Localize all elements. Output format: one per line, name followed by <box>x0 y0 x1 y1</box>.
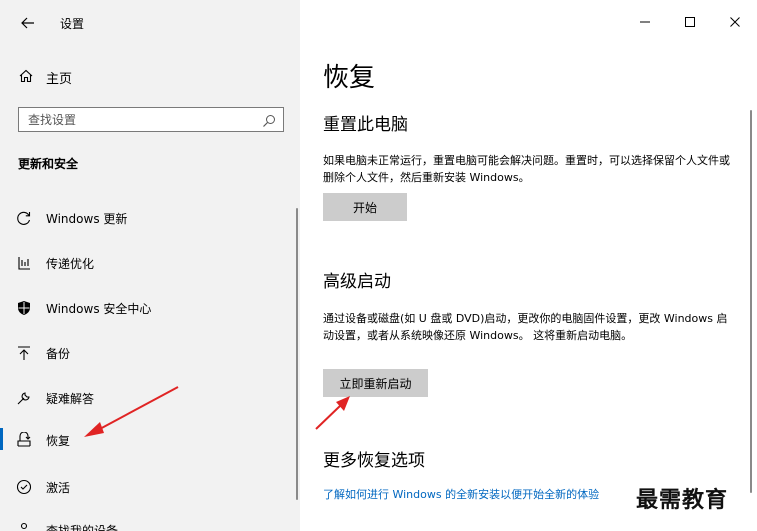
sidebar-item-label: 查找我的设备 <box>46 524 119 531</box>
page-title: 恢复 <box>323 63 376 93</box>
sidebar-item-label: 传递优化 <box>46 257 95 271</box>
sidebar-item-label: 疑难解答 <box>46 392 95 406</box>
sidebar-item-home[interactable]: 主页 <box>0 62 300 90</box>
annotation-arrow-icon <box>315 396 350 430</box>
delivery-optimization-icon <box>16 255 32 271</box>
sidebar-item-label: 激活 <box>46 481 71 495</box>
sidebar-item-find-my-device[interactable]: 查找我的设备 <box>0 515 296 531</box>
search-input[interactable] <box>28 111 248 129</box>
main-scrollbar[interactable] <box>750 110 752 493</box>
minimize-icon <box>640 21 650 23</box>
shield-icon <box>16 300 32 316</box>
maximize-button[interactable] <box>675 10 705 34</box>
search-icon[interactable] <box>262 113 276 127</box>
more-recovery-heading: 更多恢复选项 <box>323 451 425 471</box>
minimize-button[interactable] <box>630 10 660 34</box>
recovery-icon <box>16 431 32 448</box>
close-icon <box>730 17 740 27</box>
backup-arrow-icon <box>16 345 32 361</box>
sidebar: 设置 主页 更新和安全 Windows 更新 传递优化 Windows 安全中心 <box>0 0 300 531</box>
sidebar-item-windows-security[interactable]: Windows 安全中心 <box>0 293 296 323</box>
advanced-startup-description: 通过设备或磁盘(如 U 盘或 DVD)启动，更改你的电脑固件设置，更改 Wind… <box>323 312 728 342</box>
app-title: 设置 <box>60 17 85 31</box>
sidebar-item-recovery[interactable]: 恢复 <box>0 425 296 455</box>
sidebar-item-label: Windows 安全中心 <box>46 302 152 316</box>
advanced-startup-heading: 高级启动 <box>323 272 391 292</box>
sidebar-item-label: 备份 <box>46 347 71 361</box>
refresh-icon <box>16 210 32 226</box>
maximize-icon <box>685 17 695 27</box>
wrench-icon <box>16 390 32 406</box>
watermark-text: 最需教育 <box>636 487 729 513</box>
sidebar-item-activation[interactable]: 激活 <box>0 472 296 502</box>
sidebar-item-label: Windows 更新 <box>46 212 128 226</box>
home-icon <box>18 68 34 84</box>
sidebar-item-troubleshoot[interactable]: 疑难解答 <box>0 383 296 413</box>
back-arrow-icon[interactable] <box>18 13 38 33</box>
sidebar-item-windows-update[interactable]: Windows 更新 <box>0 203 296 233</box>
reset-start-button[interactable]: 开始 <box>323 193 407 221</box>
sidebar-item-label: 主页 <box>46 72 73 87</box>
reset-pc-description: 如果电脑未正常运行，重置电脑可能会解决问题。重置时，可以选择保留个人文件或删除个… <box>323 154 730 184</box>
sidebar-item-backup[interactable]: 备份 <box>0 338 296 368</box>
search-box[interactable] <box>18 107 284 132</box>
person-location-icon <box>16 522 32 531</box>
close-button[interactable] <box>720 10 750 34</box>
sidebar-item-label: 恢复 <box>46 434 71 448</box>
active-indicator <box>0 428 3 450</box>
fresh-install-link[interactable]: 了解如何进行 Windows 的全新安装以便开始全新的体验 <box>323 486 638 502</box>
restart-now-button[interactable]: 立即重新启动 <box>323 369 428 397</box>
check-circle-icon <box>16 479 32 495</box>
section-header: 更新和安全 <box>18 157 79 171</box>
sidebar-scrollbar[interactable] <box>296 208 298 500</box>
reset-pc-heading: 重置此电脑 <box>323 115 408 135</box>
sidebar-item-delivery-optimization[interactable]: 传递优化 <box>0 248 296 278</box>
